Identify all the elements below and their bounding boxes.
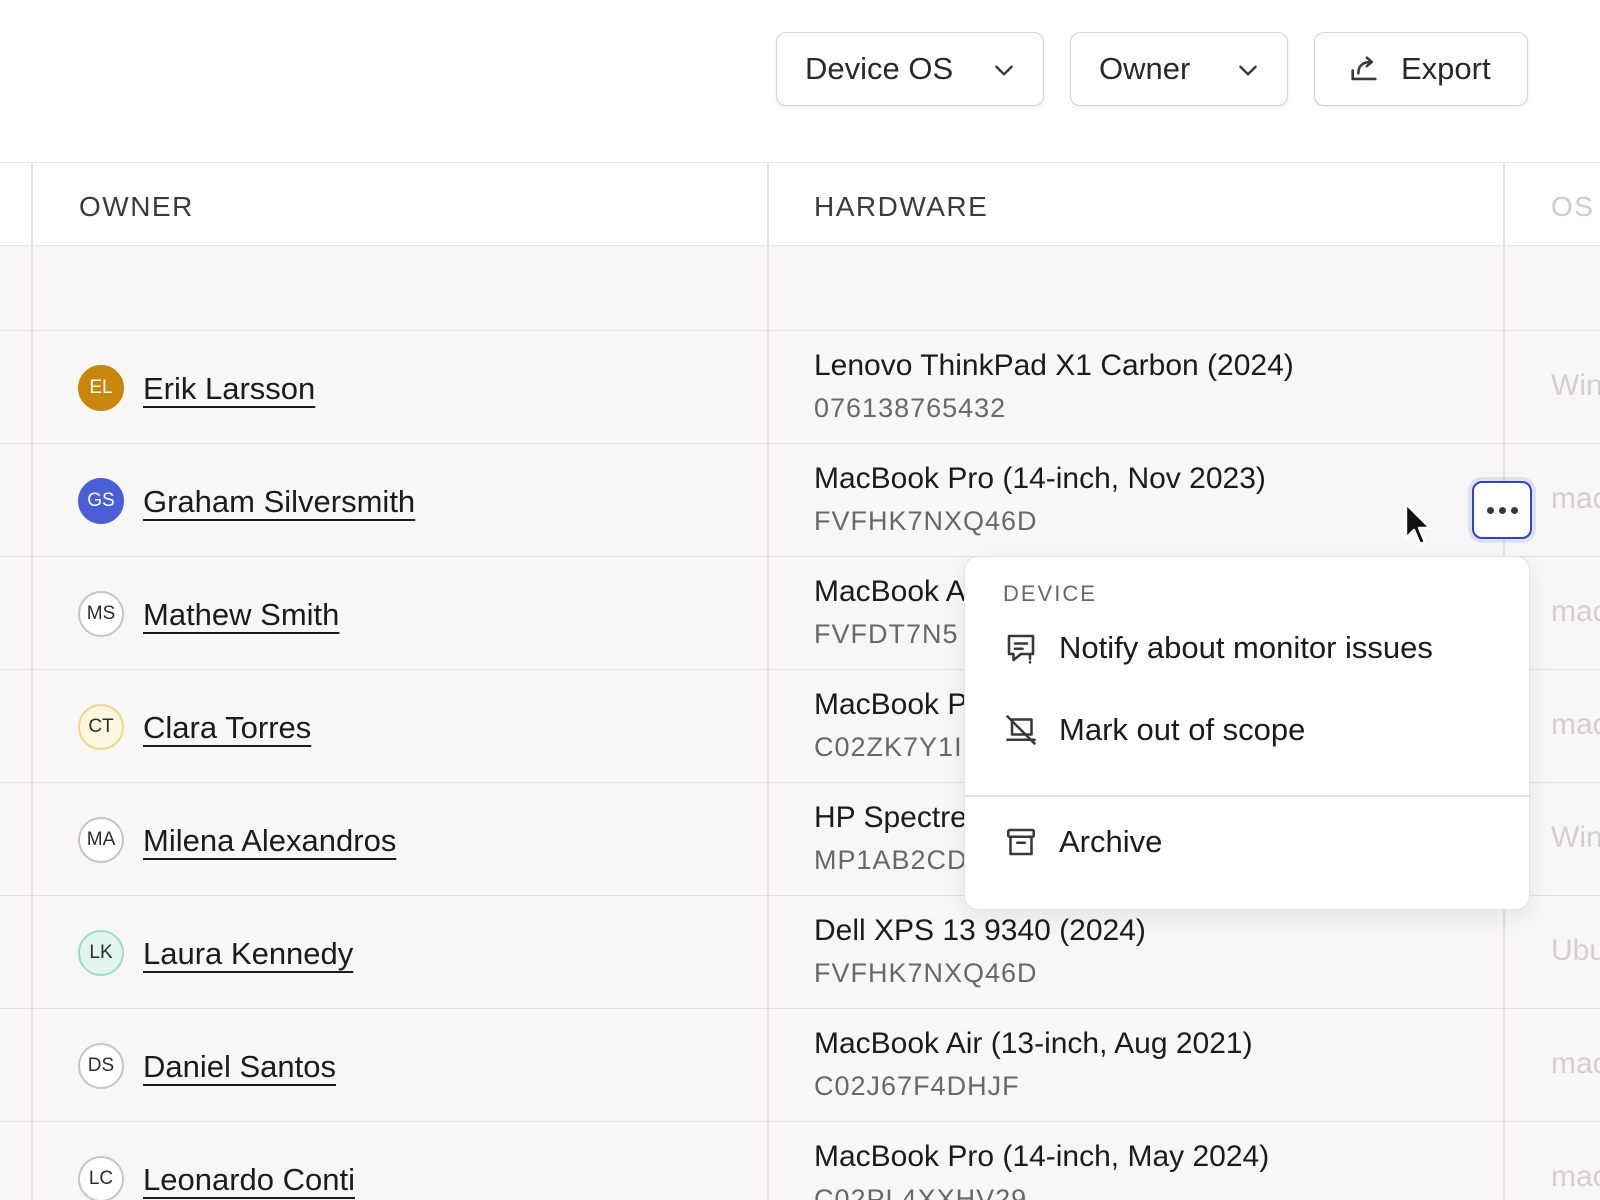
- export-button[interactable]: Export: [1314, 32, 1528, 106]
- owner-column-header[interactable]: OWNER: [79, 191, 194, 223]
- hardware-serial: FVFDT7N5: [814, 619, 959, 649]
- hardware-model: Lenovo ThinkPad X1 Carbon (2024): [814, 349, 1294, 382]
- hardware-serial: FVFHK7NXQ46D: [814, 506, 1038, 536]
- avatar: LC: [78, 1156, 124, 1200]
- hardware-model: MacBook Pro (14-inch, Nov 2023): [814, 462, 1266, 495]
- owner-filter-button[interactable]: Owner: [1070, 32, 1288, 106]
- chevron-down-icon: [1239, 65, 1257, 76]
- os-cell: Win: [1551, 821, 1600, 854]
- more-dot: [1498, 506, 1506, 514]
- table-row[interactable]: LC Leonardo Conti MacBook Pro (14-inch, Ma…: [0, 1122, 1600, 1200]
- os-cell: mac: [1551, 595, 1600, 628]
- table-row[interactable]: DS Daniel Santos MacBook Air (13-inch, Aug…: [0, 1009, 1600, 1122]
- row-actions-menu: DEVICE Notify about monitor issues Mark …: [964, 556, 1531, 910]
- hardware-model: Dell XPS 13 9340 (2024): [814, 914, 1146, 947]
- hardware-model: MacBook P: [814, 688, 968, 721]
- hardware-model: MacBook Pro (14-inch, May 2024): [814, 1140, 1270, 1173]
- menu-item-label: Archive: [1059, 824, 1163, 859]
- avatar: CT: [78, 704, 124, 750]
- owner-name-link[interactable]: Laura Kennedy: [143, 936, 353, 972]
- avatar: LK: [78, 930, 124, 976]
- os-cell: Ubu: [1551, 934, 1600, 967]
- os-cell: Win: [1551, 369, 1600, 402]
- notify-monitor-issues-menu-item[interactable]: Notify about monitor issues: [965, 613, 1531, 683]
- hardware-model: MacBook Air (13-inch, Aug 2021): [814, 1027, 1253, 1060]
- owner-name-link[interactable]: Clara Torres: [143, 710, 311, 746]
- table-group-row: [0, 246, 1600, 331]
- os-cell: mac: [1551, 1047, 1600, 1080]
- table-row[interactable]: EL Erik Larsson Lenovo ThinkPad X1 Carbon …: [0, 331, 1600, 444]
- more-dot: [1510, 506, 1518, 514]
- table-row[interactable]: LK Laura Kennedy Dell XPS 13 9340 (2024) FV…: [0, 896, 1600, 1009]
- laptop-off-icon: [1006, 715, 1036, 745]
- hardware-serial: FVFHK7NXQ46D: [814, 958, 1038, 988]
- toolbar: Device OS Owner Export: [0, 32, 1600, 106]
- hardware-serial: C02J67F4DHJF: [814, 1071, 1020, 1101]
- hardware-serial: MP1AB2CD: [814, 845, 968, 875]
- hardware-model: HP Spectre: [814, 801, 967, 834]
- os-column-header[interactable]: OS: [1551, 191, 1594, 223]
- device-os-filter-button[interactable]: Device OS: [776, 32, 1044, 106]
- avatar: MA: [78, 817, 124, 863]
- owner-name-link[interactable]: Graham Silversmith: [143, 484, 415, 520]
- hardware-serial: C02ZK7Y1I: [814, 732, 963, 762]
- mark-out-of-scope-menu-item[interactable]: Mark out of scope: [965, 695, 1531, 765]
- archive-icon: [1006, 828, 1036, 856]
- table-header: OWNER HARDWARE OS: [0, 162, 1600, 246]
- menu-item-label: Notify about monitor issues: [1059, 630, 1433, 665]
- owner-name-link[interactable]: Mathew Smith: [143, 597, 339, 633]
- os-cell: mac: [1551, 1160, 1600, 1193]
- device-os-filter-label: Device OS: [805, 51, 954, 86]
- owner-name-link[interactable]: Leonardo Conti: [143, 1162, 355, 1198]
- message-alert-icon: [1007, 634, 1035, 664]
- export-icon: [1351, 56, 1377, 81]
- owner-name-link[interactable]: Milena Alexandros: [143, 823, 396, 859]
- hardware-serial: C02PL4XXHV29: [814, 1184, 1028, 1200]
- avatar: EL: [78, 365, 124, 411]
- avatar: DS: [78, 1043, 124, 1089]
- column-divider: [31, 162, 33, 1200]
- avatar: MS: [78, 591, 124, 637]
- export-label: Export: [1401, 51, 1491, 86]
- owner-name-link[interactable]: Erik Larsson: [143, 371, 315, 407]
- owner-filter-label: Owner: [1099, 51, 1191, 86]
- hardware-serial: 076138765432: [814, 393, 1007, 423]
- archive-menu-item[interactable]: Archive: [965, 807, 1531, 877]
- hardware-column-header[interactable]: HARDWARE: [814, 191, 988, 223]
- owner-name-link[interactable]: Daniel Santos: [143, 1049, 336, 1085]
- menu-section-label: DEVICE: [1003, 581, 1097, 606]
- os-cell: mac: [1551, 708, 1600, 741]
- menu-item-label: Mark out of scope: [1059, 712, 1306, 747]
- hardware-model: MacBook A: [814, 575, 966, 608]
- os-cell: mac: [1551, 482, 1600, 515]
- avatar: GS: [78, 478, 124, 524]
- row-actions-button[interactable]: [1472, 481, 1532, 539]
- chevron-down-icon: [995, 65, 1013, 76]
- mouse-cursor-icon: [1404, 502, 1432, 546]
- more-dot: [1486, 506, 1494, 514]
- menu-divider: [965, 795, 1531, 797]
- table-row[interactable]: GS Graham Silversmith MacBook Pro (14-inch…: [0, 444, 1600, 557]
- column-divider: [767, 162, 769, 1200]
